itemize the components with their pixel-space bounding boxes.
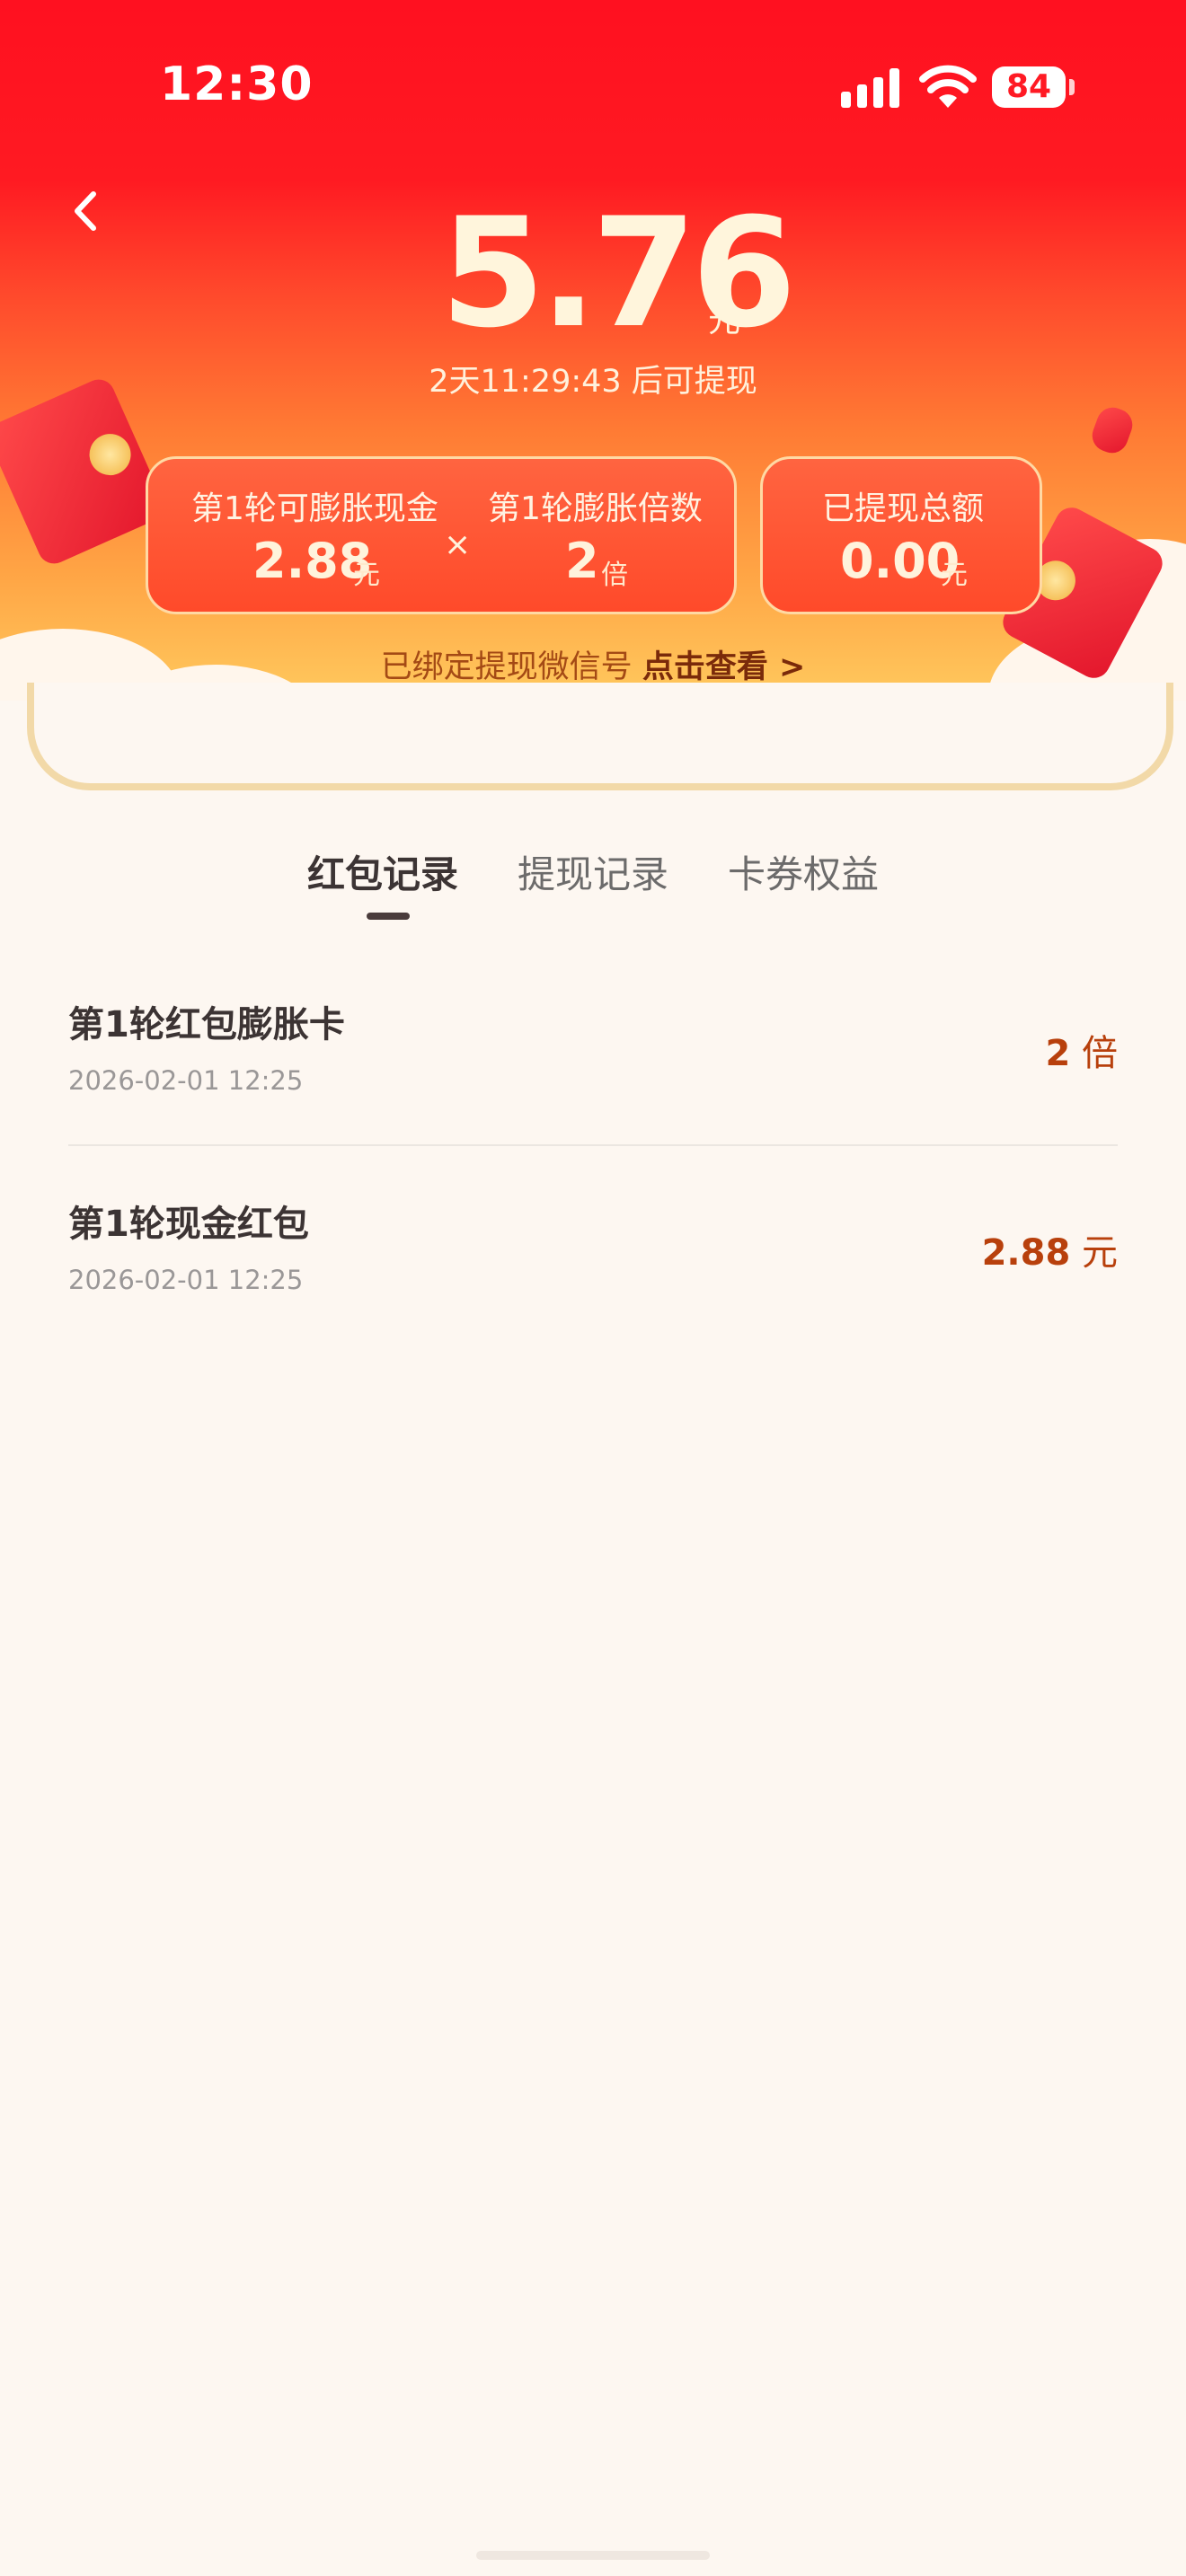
banner-frame — [27, 683, 1173, 790]
balance-unit: 元 — [708, 303, 741, 340]
round-cash-unit: 元 — [353, 560, 380, 591]
expansion-card: 第1轮可膨胀现金 2.88 元 第1轮膨胀倍数 2 倍 — [146, 456, 737, 614]
hero-banner: 12:30 84 5.76 元 2天11:29:43 后可提现 第1轮可膨胀现金… — [0, 0, 1186, 790]
view-wechat-link[interactable]: 点击查看 > — [642, 649, 806, 685]
wifi-icon — [919, 65, 977, 108]
multiply-symbol: × — [444, 526, 472, 563]
withdrawn-unit: 元 — [941, 560, 968, 591]
home-indicator — [476, 2551, 710, 2560]
round-cash-label: 第1轮可膨胀现金 — [191, 490, 438, 527]
wechat-binding-row: 已绑定提现微信号 点击查看 > — [0, 641, 1186, 687]
record-value-number: 2 — [1045, 1033, 1071, 1074]
record-date: 2026-02-01 12:25 — [68, 1065, 304, 1096]
wechat-binding-text: 已绑定提现微信号 — [380, 649, 642, 685]
red-envelope-decoration — [0, 374, 170, 569]
multiplier-unit: 倍 — [601, 560, 628, 591]
record-date: 2026-02-01 12:25 — [68, 1265, 304, 1295]
record-value-unit: 元 — [1070, 1232, 1118, 1274]
record-value-unit: 倍 — [1070, 1033, 1118, 1074]
red-envelope-decoration — [1087, 402, 1137, 458]
withdrawn-total-card: 已提现总额 0.00 元 — [760, 456, 1042, 614]
multiplier-label: 第1轮膨胀倍数 — [488, 490, 703, 527]
tab-red-packet-records[interactable]: 红包记录 — [307, 844, 458, 899]
tab-coupons-benefits[interactable]: 卡券权益 — [728, 844, 879, 899]
cellular-signal-icon — [841, 68, 900, 108]
record-title: 第1轮红包膨胀卡 — [68, 1004, 345, 1045]
record-value: 2 倍 — [1045, 1024, 1118, 1076]
active-tab-indicator — [367, 913, 410, 920]
back-arrow-icon[interactable] — [68, 189, 104, 234]
withdrawn-label: 已提现总额 — [822, 490, 985, 527]
record-value-number: 2.88 — [981, 1232, 1071, 1274]
divider — [68, 1144, 1118, 1146]
battery-indicator: 84 — [992, 66, 1066, 108]
record-value: 2.88 元 — [982, 1223, 1118, 1275]
withdraw-countdown: 2天11:29:43 后可提现 — [429, 364, 757, 400]
multiplier-value: 2 — [565, 533, 599, 589]
tab-withdraw-records[interactable]: 提现记录 — [518, 844, 668, 899]
battery-tip — [1069, 79, 1075, 95]
status-time: 12:30 — [160, 57, 314, 111]
record-title: 第1轮现金红包 — [68, 1204, 309, 1245]
